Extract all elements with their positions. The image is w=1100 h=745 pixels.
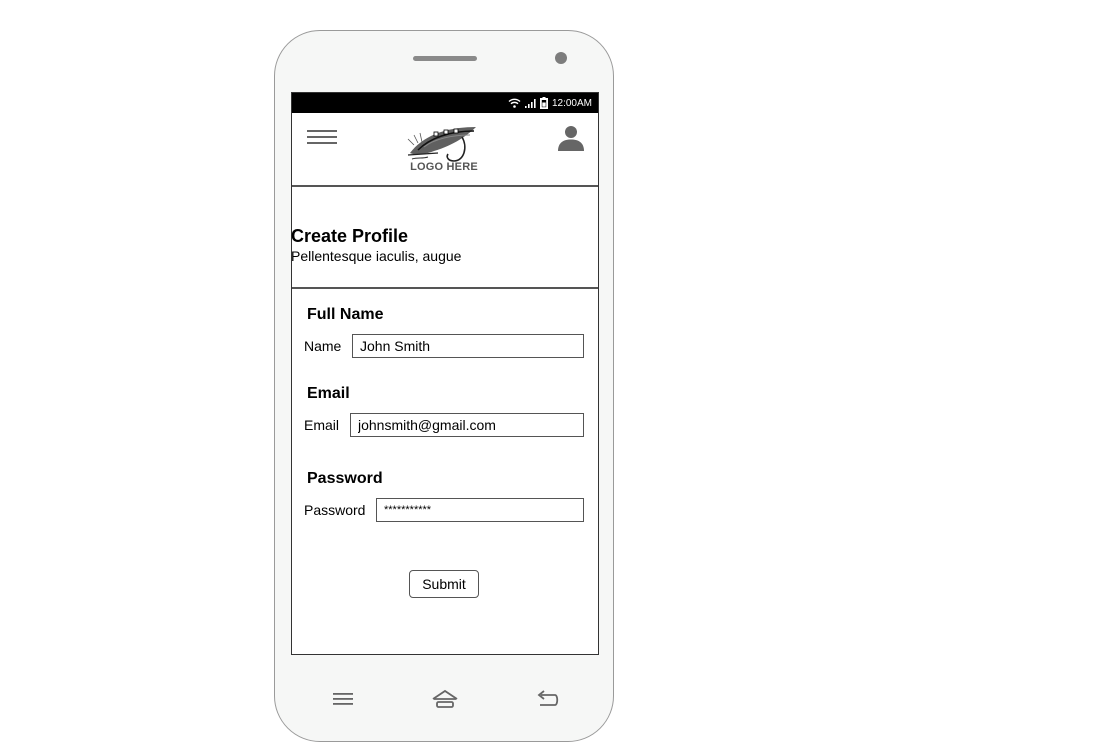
name-input[interactable] [352,334,584,358]
submit-button[interactable]: Submit [409,570,479,598]
email-input[interactable] [350,413,584,437]
wifi-icon [508,98,521,108]
app-header: LOGO HERE [292,113,598,187]
signal-icon [524,98,536,108]
password-input[interactable] [376,498,584,522]
home-icon[interactable] [432,686,458,712]
full-name-heading: Full Name [307,306,384,323]
status-time: 12:00AM [551,97,592,109]
status-bar: 12:00AM [292,93,598,113]
menu-lines-icon[interactable] [330,686,356,712]
password-heading: Password [307,470,383,487]
password-label: Password [304,502,366,518]
name-label: Name [304,338,342,354]
page-title: Create Profile [291,226,409,246]
page-subtitle: Pellentesque iaculis, augue [291,248,462,264]
logo-text: LOGO HERE [410,161,478,173]
email-label: Email [304,417,340,433]
email-heading: Email [307,385,350,402]
user-icon[interactable] [557,124,585,152]
hamburger-menu-icon[interactable] [307,130,337,144]
front-camera [555,52,567,64]
speaker-grille [413,56,477,61]
battery-icon [539,97,548,109]
logo: LOGO HERE [404,123,484,175]
back-icon[interactable] [534,686,560,712]
fishing-fly-logo-icon [407,127,476,162]
